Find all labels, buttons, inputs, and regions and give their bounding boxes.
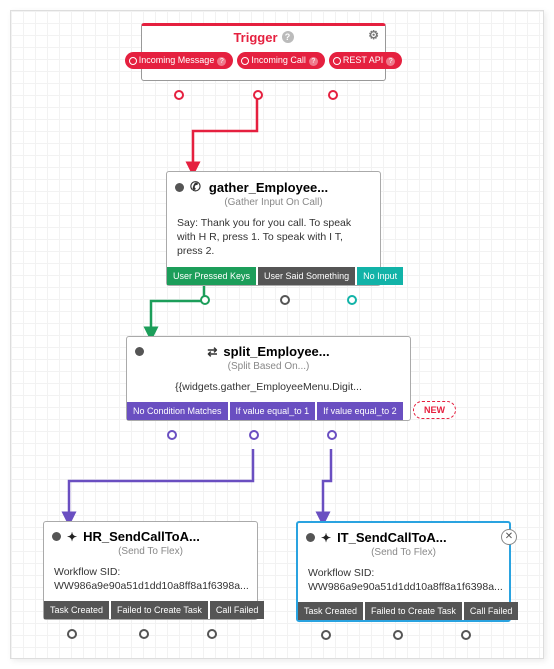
gear-icon[interactable]: ⚙ xyxy=(368,28,379,42)
sid-value: WW986a9e90a51d1dd10a8ff8a1f6398a... xyxy=(54,580,249,592)
node-subtype: (Send To Flex) xyxy=(44,544,257,561)
trigger-node[interactable]: Trigger ? ⚙ Incoming Message? Incoming C… xyxy=(141,23,386,81)
port[interactable] xyxy=(139,629,149,639)
flow-canvas[interactable]: Trigger ? ⚙ Incoming Message? Incoming C… xyxy=(10,10,544,659)
output-user-said-something[interactable]: User Said Something xyxy=(258,267,355,285)
node-header: ✦ IT_SendCallToA... xyxy=(298,523,509,545)
drag-handle-icon[interactable] xyxy=(135,347,144,356)
output-failed-create[interactable]: Failed to Create Task xyxy=(365,602,462,620)
output-rest-api[interactable]: REST API? xyxy=(329,52,402,69)
node-body: Workflow SID: WW986a9e90a51d1dd10a8ff8a1… xyxy=(298,562,509,602)
port[interactable] xyxy=(327,430,337,440)
node-outputs: No Condition Matches If value equal_to 1… xyxy=(127,402,410,420)
port[interactable] xyxy=(200,295,210,305)
output-call-failed[interactable]: Call Failed xyxy=(464,602,519,620)
split-icon: ⇄ xyxy=(207,345,217,359)
help-icon[interactable]: ? xyxy=(282,31,294,43)
phone-icon xyxy=(190,179,203,195)
output-no-condition[interactable]: No Condition Matches xyxy=(127,402,228,420)
help-icon: ? xyxy=(386,57,395,66)
port[interactable] xyxy=(393,630,403,640)
output-equal-1[interactable]: If value equal_to 1 xyxy=(230,402,316,420)
drag-handle-icon[interactable] xyxy=(306,533,315,542)
close-icon[interactable]: ✕ xyxy=(501,529,517,545)
port[interactable] xyxy=(280,295,290,305)
sid-value: WW986a9e90a51d1dd10a8ff8a1f6398a... xyxy=(308,581,503,593)
node-title: gather_Employee... xyxy=(209,180,328,195)
trigger-title-row: Trigger ? ⚙ xyxy=(142,26,385,48)
drag-handle-icon[interactable] xyxy=(175,183,184,192)
gather-node[interactable]: gather_Employee... (Gather Input On Call… xyxy=(166,171,381,286)
node-subtype: (Send To Flex) xyxy=(298,545,509,562)
node-header: gather_Employee... xyxy=(167,172,380,195)
port[interactable] xyxy=(249,430,259,440)
drag-handle-icon[interactable] xyxy=(52,532,61,541)
new-condition-button[interactable]: NEW xyxy=(413,401,456,419)
port[interactable] xyxy=(167,430,177,440)
output-incoming-call[interactable]: Incoming Call? xyxy=(237,52,325,69)
node-body: Say: Thank you for you call. To speak wi… xyxy=(167,212,380,267)
port[interactable] xyxy=(321,630,331,640)
output-call-failed[interactable]: Call Failed xyxy=(210,601,265,619)
node-header: ⇄ split_Employee... xyxy=(127,337,410,359)
output-task-created[interactable]: Task Created xyxy=(44,601,109,619)
output-user-pressed-keys[interactable]: User Pressed Keys xyxy=(167,267,256,285)
node-outputs: Task Created Failed to Create Task Call … xyxy=(298,602,509,620)
trigger-title: Trigger xyxy=(233,30,277,45)
node-subtype: (Split Based On...) xyxy=(127,359,410,376)
flex-icon: ✦ xyxy=(321,531,331,545)
node-title: split_Employee... xyxy=(223,344,329,359)
node-outputs: User Pressed Keys User Said Something No… xyxy=(167,267,380,285)
port[interactable] xyxy=(461,630,471,640)
trigger-outputs: Incoming Message? Incoming Call? REST AP… xyxy=(142,48,385,73)
output-incoming-message[interactable]: Incoming Message? xyxy=(125,52,234,69)
help-icon: ? xyxy=(309,57,318,66)
node-header: ✦ HR_SendCallToA... xyxy=(44,522,257,544)
port[interactable] xyxy=(347,295,357,305)
port[interactable] xyxy=(253,90,263,100)
output-equal-2[interactable]: If value equal_to 2 xyxy=(317,402,403,420)
node-body: {{widgets.gather_EmployeeMenu.Digit... xyxy=(127,376,410,402)
node-outputs: Task Created Failed to Create Task Call … xyxy=(44,601,257,619)
output-no-input[interactable]: No Input xyxy=(357,267,403,285)
node-body: Workflow SID: WW986a9e90a51d1dd10a8ff8a1… xyxy=(44,561,257,601)
flex-icon: ✦ xyxy=(67,530,77,544)
output-failed-create[interactable]: Failed to Create Task xyxy=(111,601,208,619)
node-title: IT_SendCallToA... xyxy=(337,530,447,545)
node-title: HR_SendCallToA... xyxy=(83,529,200,544)
sid-label: Workflow SID: xyxy=(54,566,120,578)
sid-label: Workflow SID: xyxy=(308,567,374,579)
help-icon: ? xyxy=(217,57,226,66)
it-node[interactable]: ✕ ✦ IT_SendCallToA... (Send To Flex) Wor… xyxy=(296,521,511,622)
port[interactable] xyxy=(207,629,217,639)
node-subtype: (Gather Input On Call) xyxy=(167,195,380,212)
hr-node[interactable]: ✦ HR_SendCallToA... (Send To Flex) Workf… xyxy=(43,521,258,620)
port[interactable] xyxy=(174,90,184,100)
port[interactable] xyxy=(328,90,338,100)
split-node[interactable]: ⇄ split_Employee... (Split Based On...) … xyxy=(126,336,411,421)
output-task-created[interactable]: Task Created xyxy=(298,602,363,620)
port[interactable] xyxy=(67,629,77,639)
